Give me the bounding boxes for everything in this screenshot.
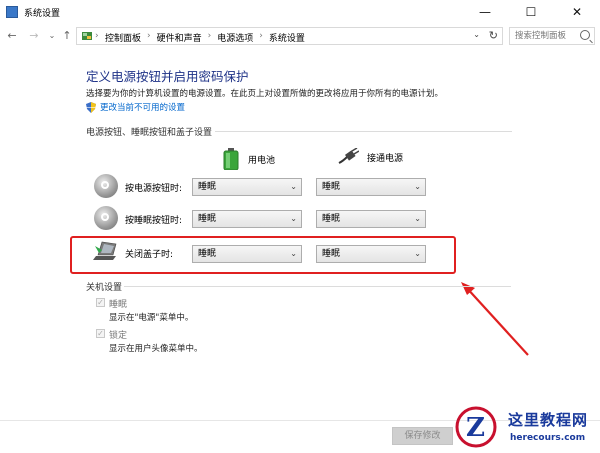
- breadcrumb: 控制面板 › 硬件和声音 › 电源选项 › 系统设置: [105, 31, 305, 44]
- back-arrow-icon[interactable]: ←: [5, 28, 19, 44]
- select-value: 睡眠: [198, 214, 217, 224]
- lock-checkbox[interactable]: ✓: [96, 329, 105, 338]
- power-plug-icon: [338, 148, 359, 164]
- sleep-button-row: [94, 206, 118, 230]
- battery-column-label: 用电池: [248, 155, 276, 166]
- lid-close-label: 关闭盖子时:: [125, 250, 174, 260]
- plugged-column-label: 接通电源: [367, 153, 404, 164]
- select-value: 睡眠: [322, 249, 341, 259]
- control-panel-icon: [6, 6, 18, 18]
- search-icon[interactable]: [580, 30, 590, 40]
- up-arrow-icon[interactable]: ↑: [60, 28, 74, 44]
- sleep-button-icon: [94, 206, 118, 230]
- recent-locations-icon[interactable]: ⌄: [45, 28, 59, 44]
- address-bar[interactable]: › 控制面板 › 硬件和声音 › 电源选项 › 系统设置 ⌄ ↻: [76, 27, 503, 45]
- power-section-title: 电源按钮、睡眠按钮和盖子设置: [86, 128, 213, 138]
- uac-shield-icon: [86, 101, 96, 113]
- navigation-bar: ← → ⌄ ↑ › 控制面板 › 硬件和声音 › 电源选项 › 系统设置 ⌄ ↻…: [0, 24, 600, 48]
- breadcrumb-separator: ›: [95, 31, 99, 41]
- maximize-button[interactable]: ☐: [508, 0, 554, 24]
- lock-checkbox-label: 锁定: [109, 331, 128, 341]
- shutdown-section-title: 关机设置: [86, 283, 123, 293]
- annotation-arrow: [461, 282, 529, 356]
- chevron-down-icon: ⌄: [290, 249, 297, 258]
- select-value: 睡眠: [322, 182, 341, 192]
- search-input[interactable]: 搜索控制面板: [509, 27, 595, 45]
- chevron-down-icon: ⌄: [414, 214, 421, 223]
- change-settings-link[interactable]: 更改当前不可用的设置: [86, 101, 185, 113]
- breadcrumb-separator[interactable]: ›: [208, 31, 212, 44]
- breadcrumb-item[interactable]: 控制面板: [105, 31, 141, 44]
- search-placeholder: 搜索控制面板: [515, 31, 567, 41]
- minimize-button[interactable]: —: [462, 0, 508, 24]
- power-button-icon: [94, 174, 118, 198]
- breadcrumb-item[interactable]: 系统设置: [269, 31, 305, 44]
- sleep-button-label: 按睡眠按钮时:: [125, 216, 183, 226]
- power-button-row: [94, 174, 118, 198]
- lid-close-battery-select[interactable]: 睡眠 ⌄: [192, 245, 302, 263]
- sleep-checkbox[interactable]: ✓: [96, 298, 105, 307]
- save-changes-button[interactable]: 保存修改: [392, 427, 453, 445]
- laptop-lid-icon: [93, 241, 117, 260]
- control-panel-icon: [82, 32, 92, 40]
- lid-close-plugged-select[interactable]: 睡眠 ⌄: [316, 245, 426, 263]
- breadcrumb-separator[interactable]: ›: [259, 31, 263, 44]
- forward-arrow-icon[interactable]: →: [27, 28, 41, 44]
- watermark: Z 这里教程网 herecours.com: [452, 403, 600, 453]
- breadcrumb-item[interactable]: 电源选项: [217, 31, 253, 44]
- battery-column-header: 用电池: [222, 148, 275, 170]
- select-value: 睡眠: [198, 249, 217, 259]
- svg-text:Z: Z: [466, 413, 485, 443]
- breadcrumb-item[interactable]: 硬件和声音: [157, 31, 202, 44]
- window-title: 系统设置: [24, 9, 61, 19]
- watermark-url: herecours.com: [510, 433, 586, 443]
- title-bar: 系统设置 — ☐ ✕: [0, 0, 600, 24]
- chevron-down-icon: ⌄: [414, 249, 421, 258]
- power-button-plugged-select[interactable]: 睡眠 ⌄: [316, 178, 426, 196]
- site-logo-icon: Z: [455, 406, 497, 448]
- refresh-icon[interactable]: ↻: [489, 29, 498, 42]
- watermark-title: 这里教程网: [508, 411, 589, 429]
- chevron-down-icon: ⌄: [290, 182, 297, 191]
- sleep-checkbox-description: 显示在"电源"菜单中。: [109, 313, 194, 323]
- power-button-battery-select[interactable]: 睡眠 ⌄: [192, 178, 302, 196]
- chevron-down-icon: ⌄: [290, 214, 297, 223]
- power-button-label: 按电源按钮时:: [125, 184, 183, 194]
- breadcrumb-separator[interactable]: ›: [147, 31, 151, 44]
- chevron-down-icon: ⌄: [414, 182, 421, 191]
- plugged-column-header: 接通电源: [337, 148, 403, 166]
- page-title: 定义电源按钮并启用密码保护: [86, 69, 249, 84]
- address-dropdown-icon[interactable]: ⌄: [473, 30, 480, 39]
- select-value: 睡眠: [322, 214, 341, 224]
- close-button[interactable]: ✕: [554, 0, 600, 24]
- select-value: 睡眠: [198, 182, 217, 192]
- battery-icon: [223, 148, 239, 170]
- lock-checkbox-description: 显示在用户头像菜单中。: [109, 344, 203, 354]
- sleep-checkbox-label: 睡眠: [109, 300, 128, 310]
- sleep-button-battery-select[interactable]: 睡眠 ⌄: [192, 210, 302, 228]
- change-settings-link-label[interactable]: 更改当前不可用的设置: [100, 101, 185, 113]
- section-divider: [215, 131, 512, 132]
- sleep-button-plugged-select[interactable]: 睡眠 ⌄: [316, 210, 426, 228]
- page-description: 选择要为你的计算机设置的电源设置。在此页上对设置所做的更改将应用于你所有的电源计…: [86, 89, 444, 99]
- section-divider: [124, 286, 511, 287]
